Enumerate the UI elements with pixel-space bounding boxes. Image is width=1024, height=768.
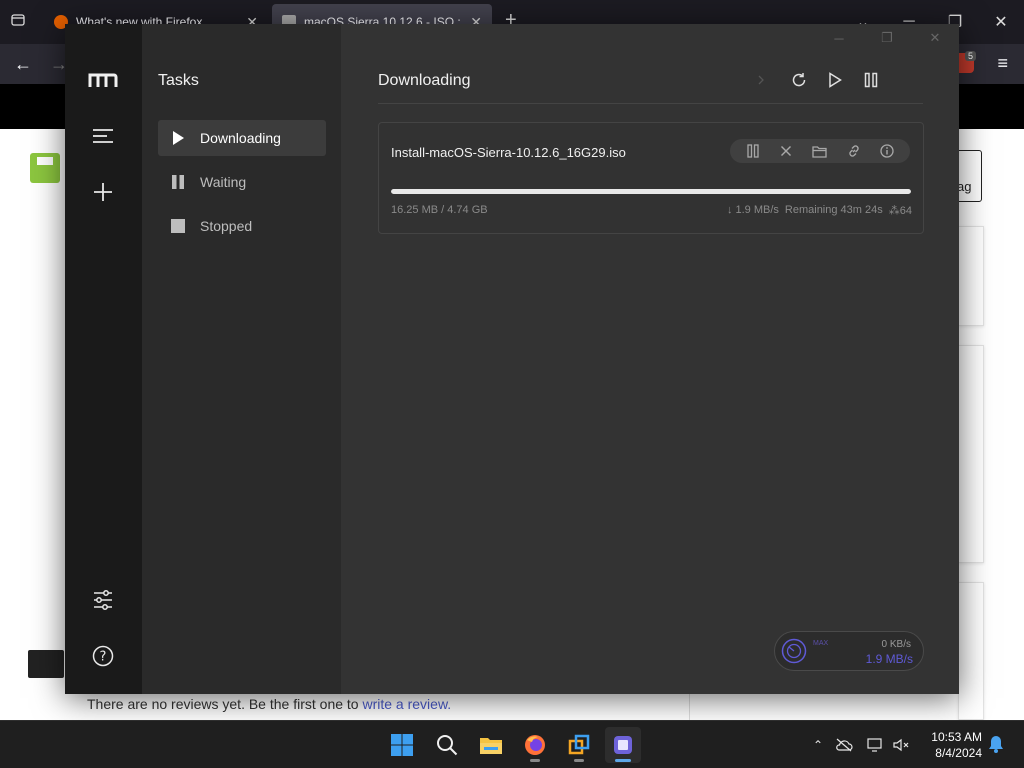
play-icon (171, 131, 185, 145)
upload-speed: 0 KB/s (881, 639, 911, 650)
add-task-icon[interactable] (81, 170, 125, 214)
download-task-card[interactable]: Install-macOS-Sierra-10.12.6_16G29.iso 1… (378, 122, 924, 234)
resume-all-play-icon[interactable] (817, 68, 853, 92)
sidebar-item-downloading[interactable]: Downloading (158, 120, 326, 156)
clock-time: 10:53 AM (931, 730, 982, 744)
motrix-window-controls: ─ ❐ ✕ (815, 24, 959, 52)
side-card (958, 226, 984, 326)
task-size: 16.25 MB / 4.74 GB (391, 204, 488, 216)
side-card (958, 582, 984, 720)
motrix-window: ? Tasks Downloading Waiting Stopped ─ ❐ … (65, 24, 959, 694)
pause-task-icon[interactable] (743, 141, 763, 161)
delete-task-icon[interactable] (776, 141, 796, 161)
info-icon[interactable] (877, 141, 897, 161)
onedrive-offline-icon[interactable] (828, 738, 860, 752)
download-progress-bar (391, 189, 911, 194)
task-toolbar (741, 68, 889, 92)
reviews-text: There are no reviews yet. Be the first o… (87, 696, 451, 712)
motrix-taskbar-icon[interactable] (605, 727, 641, 763)
sidebar-item-label: Stopped (200, 218, 253, 234)
task-action-bar (730, 139, 910, 163)
svg-text:?: ? (100, 650, 107, 665)
write-review-link[interactable]: write a review. (362, 696, 451, 712)
desktop: What's new with Firefox ✕ macOS Sierra 1… (0, 0, 1024, 768)
maximize-icon[interactable]: ❐ (863, 24, 911, 52)
app-rail: ? (65, 24, 142, 694)
system-tray: ⌃ (808, 721, 912, 768)
sidebar-item-label: Waiting (200, 174, 247, 190)
download-speed-total: 1.9 MB/s (865, 652, 913, 666)
running-indicator (574, 759, 584, 762)
extension-badge: 5 (964, 51, 976, 61)
show-hidden-icons-chevron-icon[interactable]: ⌃ (808, 738, 828, 752)
sidebar-title: Tasks (158, 72, 199, 89)
copy-link-icon[interactable] (844, 141, 864, 161)
connections: ⁂64 (889, 204, 912, 217)
close-window-icon[interactable]: ✕ (978, 12, 1024, 32)
speed-value: 1.9 MB/s (735, 204, 779, 216)
taskbar: ⌃ 10:53 AM 8/4/2024 (0, 720, 1024, 768)
connections-value: 64 (899, 205, 912, 217)
download-speed: ↓ 1.9 MB/s (727, 204, 779, 217)
progress-fill (391, 189, 911, 194)
sidebar-item-stopped[interactable]: Stopped (158, 208, 326, 244)
clock[interactable]: 10:53 AM 8/4/2024 (928, 729, 982, 761)
side-card (958, 345, 984, 563)
task-list-pane: ─ ❐ ✕ Downloading Install-macOS-Sierra-1… (341, 24, 959, 694)
notification-bell-icon[interactable] (988, 735, 1004, 758)
chevron-right-icon[interactable] (741, 68, 781, 92)
chat-bubble-icon[interactable] (28, 650, 64, 678)
task-stats: ↓ 1.9 MB/s Remaining 43m 24s ⁂64 (727, 204, 912, 217)
hamburger-menu-icon[interactable]: ≡ (997, 53, 1008, 74)
connections-icon: ⁂ (888, 205, 900, 217)
folder-icon[interactable] (810, 141, 830, 161)
reviews-message: There are no reviews yet. Be the first o… (87, 696, 359, 712)
tasks-sidebar: Tasks Downloading Waiting Stopped (142, 24, 341, 694)
motrix-logo-icon[interactable] (81, 58, 125, 102)
tag-label: ag (957, 179, 972, 194)
pause-all-icon[interactable] (853, 68, 889, 92)
pause-icon (171, 175, 185, 189)
speedometer[interactable]: MAX 0 KB/s 1.9 MB/s (774, 631, 924, 671)
start-windows-icon[interactable] (384, 727, 420, 763)
task-file-name: Install-macOS-Sierra-10.12.6_16G29.iso (391, 145, 626, 160)
stop-icon (171, 219, 185, 233)
speed-limit-label: MAX (813, 640, 829, 647)
preferences-sliders-icon[interactable] (81, 578, 125, 622)
divider (689, 694, 690, 720)
list-all-tabs-icon[interactable] (10, 12, 30, 32)
back-arrow-icon[interactable]: ← (14, 54, 32, 75)
vmware-icon[interactable] (561, 727, 597, 763)
save-icon[interactable] (30, 153, 60, 183)
sidebar-item-waiting[interactable]: Waiting (158, 164, 326, 200)
clock-date: 8/4/2024 (935, 746, 982, 760)
volume-muted-icon[interactable] (890, 738, 912, 752)
speedometer-gauge-icon (781, 638, 807, 664)
search-icon[interactable] (429, 727, 465, 763)
file-explorer-icon[interactable] (473, 727, 509, 763)
remaining-time: Remaining 43m 24s (784, 204, 883, 216)
firefox-icon[interactable] (517, 727, 553, 763)
down-arrow-icon: ↓ (726, 204, 733, 216)
running-indicator (530, 759, 540, 762)
help-icon[interactable]: ? (81, 634, 125, 678)
running-indicator (615, 759, 631, 762)
refresh-icon[interactable] (781, 68, 817, 92)
network-icon[interactable] (860, 738, 890, 752)
close-window-icon[interactable]: ✕ (911, 24, 959, 52)
page-title: Downloading (378, 72, 471, 89)
minimize-icon[interactable]: ─ (815, 24, 863, 52)
sidebar-item-label: Downloading (200, 130, 281, 146)
task-list-menu-icon[interactable] (81, 114, 125, 158)
header-divider (378, 103, 923, 104)
